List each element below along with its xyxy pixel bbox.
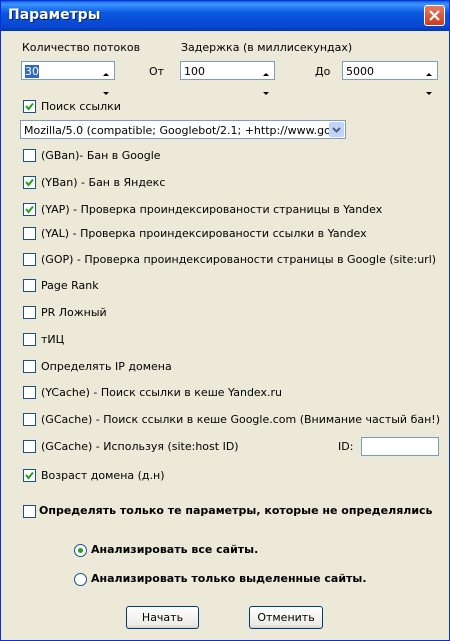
- delay-from-label: От: [149, 65, 165, 78]
- option-yal-checkbox[interactable]: [23, 227, 36, 240]
- threads-label: Количество потоков: [22, 41, 141, 54]
- window-title: Параметры: [8, 7, 101, 23]
- check-icon: [25, 205, 34, 214]
- check-icon: [25, 102, 34, 111]
- delay-from-spinner[interactable]: 100: [180, 61, 275, 95]
- delay-to-value[interactable]: 5000: [346, 65, 374, 78]
- delay-to-spin-arrows[interactable]: [422, 63, 436, 95]
- spin-down-icon[interactable]: [99, 90, 113, 97]
- analyze-selected-radio[interactable]: [74, 573, 87, 586]
- close-button[interactable]: [424, 5, 445, 26]
- cancel-button[interactable]: Отменить: [249, 606, 323, 629]
- delay-from-value[interactable]: 100: [184, 65, 205, 78]
- option-pagerank-checkbox[interactable]: [23, 279, 36, 292]
- link-search-label[interactable]: Поиск ссылки: [41, 100, 121, 113]
- option-yal-label[interactable]: (YAL) - Проверка проиндексированости ссы…: [41, 227, 367, 240]
- spin-up-icon[interactable]: [422, 71, 436, 78]
- delay-to-spinner[interactable]: 5000: [342, 61, 438, 95]
- chevron-down-icon: [332, 127, 341, 133]
- option-pagerank-label[interactable]: Page Rank: [41, 279, 99, 292]
- option-yban-label[interactable]: (YBan) - Бан в Яндекс: [41, 176, 165, 189]
- threads-spinner[interactable]: 30: [21, 61, 115, 95]
- option-gcache-label[interactable]: (GCache) - Поиск ссылки в кеше Google.co…: [41, 413, 440, 426]
- user-agent-combobox[interactable]: Mozilla/5.0 (compatible; Googlebot/2.1; …: [20, 120, 346, 139]
- settings-window: Параметры Количество потоков 30 Задержка…: [0, 0, 450, 641]
- id-input[interactable]: [361, 437, 439, 456]
- option-tic-checkbox[interactable]: [23, 333, 36, 346]
- radio-selected-dot: [78, 548, 83, 553]
- option-gcache-checkbox[interactable]: [23, 413, 36, 426]
- option-domain-age-checkbox[interactable]: [23, 469, 36, 482]
- delay-label: Задержка (в миллисекундах): [181, 41, 353, 54]
- title-bar[interactable]: Параметры: [1, 1, 449, 31]
- check-icon: [25, 178, 34, 187]
- start-button[interactable]: Начать: [126, 606, 199, 629]
- option-domain-age-label[interactable]: Возраст домена (д.н): [41, 469, 165, 482]
- option-gcache-site-label[interactable]: (GCache) - Используя (site:host ID): [41, 440, 239, 453]
- spin-down-icon[interactable]: [259, 90, 273, 97]
- id-label: ID:: [338, 440, 354, 453]
- delay-to-label: До: [315, 65, 331, 78]
- only-undefined-checkbox[interactable]: [23, 505, 36, 518]
- close-icon: [429, 10, 440, 21]
- option-ip-checkbox[interactable]: [23, 360, 36, 373]
- analyze-all-radio[interactable]: [74, 544, 87, 557]
- user-agent-value[interactable]: Mozilla/5.0 (compatible; Googlebot/2.1; …: [24, 124, 345, 137]
- option-pr-fake-label[interactable]: PR Ложный: [41, 306, 107, 319]
- spin-up-icon[interactable]: [99, 71, 113, 78]
- option-pr-fake-checkbox[interactable]: [23, 306, 36, 319]
- option-gban-checkbox[interactable]: [23, 149, 36, 162]
- spin-down-icon[interactable]: [422, 90, 436, 97]
- only-undefined-label[interactable]: Определять только те параметры, которые …: [39, 504, 433, 517]
- threads-spin-arrows[interactable]: [99, 63, 113, 95]
- option-gop-checkbox[interactable]: [23, 253, 36, 266]
- user-agent-dropdown-button[interactable]: [329, 122, 344, 137]
- option-yap-checkbox[interactable]: [23, 203, 36, 216]
- dialog-body: Количество потоков 30 Задержка (в миллис…: [5, 31, 445, 636]
- option-yap-label[interactable]: (YAP) - Проверка проиндексированости стр…: [41, 203, 382, 216]
- threads-value[interactable]: 30: [25, 65, 39, 78]
- option-gban-label[interactable]: (GBan)- Бан в Google: [41, 149, 161, 162]
- analyze-selected-label[interactable]: Анализировать только выделенные сайты.: [91, 572, 367, 585]
- option-ycache-label[interactable]: (YCache) - Поиск ссылки в кеше Yandex.ru: [41, 386, 282, 399]
- delay-from-spin-arrows[interactable]: [259, 63, 273, 95]
- check-icon: [25, 471, 34, 480]
- option-yban-checkbox[interactable]: [23, 176, 36, 189]
- option-ip-label[interactable]: Определять IP домена: [41, 360, 172, 373]
- link-search-checkbox[interactable]: [23, 100, 36, 113]
- option-ycache-checkbox[interactable]: [23, 386, 36, 399]
- analyze-all-label[interactable]: Анализировать все сайты.: [91, 543, 258, 556]
- option-gop-label[interactable]: (GOP) - Проверка проиндексированости стр…: [41, 253, 436, 266]
- option-gcache-site-checkbox[interactable]: [23, 440, 36, 453]
- spin-up-icon[interactable]: [259, 71, 273, 78]
- option-tic-label[interactable]: тИЦ: [41, 333, 64, 346]
